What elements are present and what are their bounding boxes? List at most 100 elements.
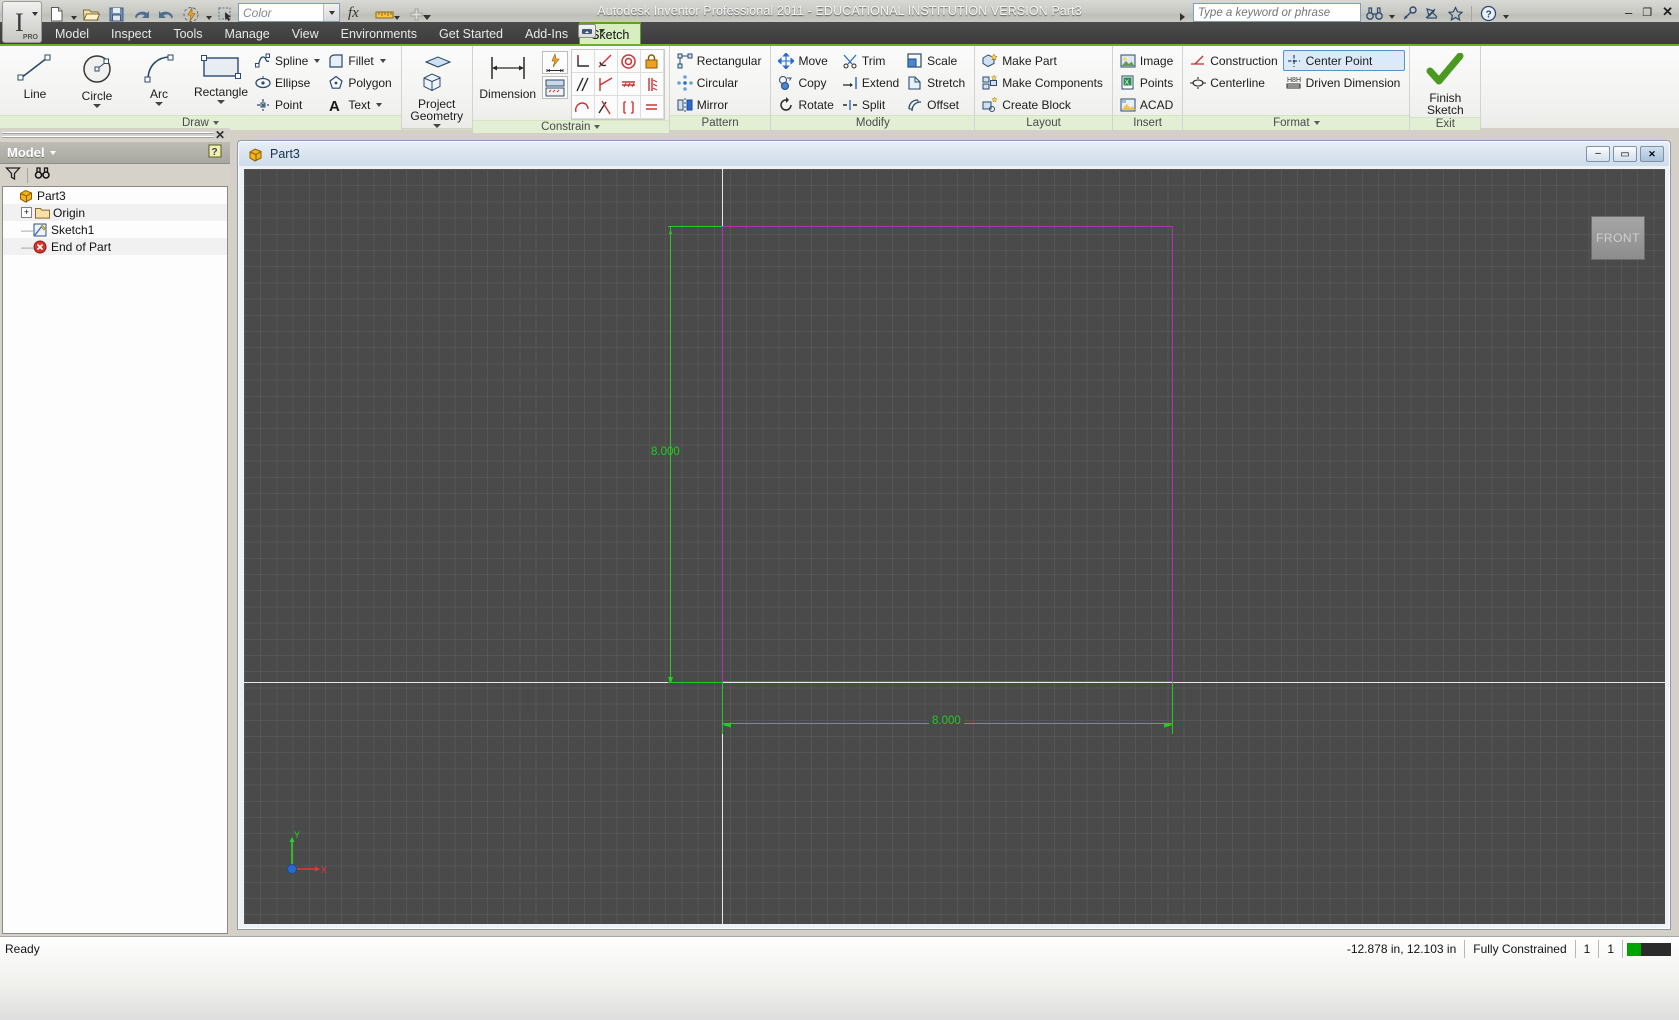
parallel-icon[interactable] (571, 73, 595, 96)
sketch-rectangle-profile[interactable] (722, 226, 1173, 682)
view-cube[interactable]: FRONT (1591, 216, 1645, 260)
tab-get-started[interactable]: Get Started (428, 22, 514, 44)
tab-manage[interactable]: Manage (214, 22, 281, 44)
dropdown-caret-icon[interactable] (379, 58, 386, 63)
perpendicular-icon[interactable] (571, 50, 595, 73)
browser-drag-grip[interactable] (2, 130, 214, 139)
tab-view[interactable]: View (281, 22, 330, 44)
application-menu-caret-icon[interactable] (32, 12, 38, 16)
point-button[interactable]: Point (252, 94, 325, 115)
rectangular-button[interactable]: Rectangular (674, 50, 767, 71)
ribbon-panel-title[interactable]: Pattern (669, 115, 771, 130)
satellite-icon[interactable] (1422, 3, 1442, 23)
extend-button[interactable]: Extend (839, 72, 904, 93)
rectangle-button[interactable]: Rectangle (190, 49, 252, 105)
trim-button[interactable]: Trim (839, 50, 904, 71)
panel-expand-caret-icon[interactable] (594, 125, 601, 129)
ribbon-panel-title[interactable]: Insert (1112, 115, 1183, 130)
minimize-button[interactable]: – (1625, 5, 1632, 20)
dropdown-caret-icon[interactable] (155, 102, 163, 106)
fix-icon[interactable] (640, 50, 664, 73)
model-tree[interactable]: Part3 + Origin — Sketch1 — End of Part (2, 186, 228, 934)
document-minimize-button[interactable]: – (1586, 146, 1610, 162)
find-icon[interactable] (34, 166, 51, 184)
vertical-icon[interactable] (640, 73, 664, 96)
browser-close-icon[interactable]: ✕ (215, 128, 225, 142)
dropdown-caret-icon[interactable] (93, 104, 101, 108)
ribbon-panel-title[interactable]: Modify (771, 115, 975, 130)
ribbon-display-caret-icon[interactable] (599, 29, 605, 33)
copy-button[interactable]: Copy (775, 72, 838, 93)
horizontal-icon[interactable] (617, 73, 641, 96)
tree-item-sketch1[interactable]: — Sketch1 (3, 221, 227, 238)
symmetric-icon[interactable] (594, 96, 618, 119)
browser-dropdown-caret-icon[interactable] (49, 150, 56, 155)
tangent-icon[interactable] (594, 50, 618, 73)
fillet-button[interactable]: Fillet (325, 50, 396, 71)
panel-expand-caret-icon[interactable] (212, 121, 219, 125)
tab-add-ins[interactable]: Add-Ins (514, 22, 579, 44)
restore-button[interactable]: ❐ (1642, 6, 1652, 19)
finish-sketch-button[interactable]: Finish Sketch (1414, 49, 1476, 117)
key-icon[interactable] (1399, 3, 1419, 23)
help-icon[interactable]: ? (1478, 3, 1498, 23)
ellipse-button[interactable]: Ellipse (252, 72, 325, 93)
filter-icon[interactable] (5, 166, 21, 184)
stretch-button[interactable]: Stretch (904, 72, 970, 93)
circular-button[interactable]: Circular (674, 72, 767, 93)
dropdown-caret-icon[interactable] (376, 102, 383, 107)
ribbon-panel-title[interactable]: Constrain (472, 120, 669, 133)
document-title-bar[interactable]: Part3 – ▭ ✕ (239, 142, 1669, 166)
collinear-icon[interactable] (617, 96, 641, 119)
concentric-icon[interactable] (617, 50, 641, 73)
tree-item-end-of-part[interactable]: — End of Part (3, 238, 227, 255)
make-part-button[interactable]: Make Part (979, 50, 1108, 71)
ribbon-panel-title[interactable]: Layout (975, 115, 1112, 130)
tab-tools[interactable]: Tools (162, 22, 213, 44)
acad-button[interactable]: ACAD (1117, 94, 1178, 115)
dropdown-caret-icon[interactable] (432, 124, 441, 128)
tree-item-origin[interactable]: + Origin (3, 204, 227, 221)
auto-dimension-icon[interactable] (541, 51, 568, 74)
binoculars-icon[interactable] (1364, 3, 1384, 23)
ribbon-display-options-icon[interactable] (578, 24, 596, 38)
move-button[interactable]: Move (775, 50, 838, 71)
tab-environments[interactable]: Environments (330, 22, 428, 44)
circle-button[interactable]: Circle (66, 49, 128, 109)
vertical-dimension-text[interactable]: 8.000 (651, 446, 680, 458)
project-geometry-button[interactable]: Project Geometry (406, 49, 468, 129)
line-button[interactable]: Line (4, 49, 66, 101)
browser-header[interactable]: Model (0, 142, 230, 164)
sketch-canvas[interactable]: 8.000 8.000 FRONT Y X (244, 169, 1665, 924)
document-restore-button[interactable]: ▭ (1613, 146, 1637, 162)
create-block-button[interactable]: Create Block (979, 94, 1108, 115)
rotate-button[interactable]: Rotate (775, 94, 838, 115)
application-menu-button[interactable]: I PRO (2, 1, 42, 43)
equal-icon[interactable] (640, 96, 664, 119)
points-button[interactable]: X Points (1117, 72, 1178, 93)
offset-button[interactable]: Offset (904, 94, 970, 115)
star-icon[interactable] (1445, 3, 1465, 23)
center-point-button[interactable]: Center Point (1282, 50, 1406, 71)
ribbon-panel-title[interactable]: Format (1183, 115, 1410, 130)
split-button[interactable]: Split (839, 94, 904, 115)
text-button[interactable]: A Text (325, 94, 396, 115)
spline-button[interactable]: Spline (252, 50, 325, 71)
mirror-button[interactable]: Mirror (674, 94, 767, 115)
dimension-button[interactable]: Dimension (477, 49, 539, 101)
horizontal-dimension-text[interactable]: 8.000 (929, 715, 964, 727)
tree-expander-icon[interactable]: + (21, 207, 32, 218)
tab-model[interactable]: Model (44, 22, 100, 44)
arc-button[interactable]: Arc (128, 49, 190, 107)
polygon-button[interactable]: Polygon (325, 72, 396, 93)
panel-expand-caret-icon[interactable] (1313, 121, 1320, 125)
browser-help-icon[interactable]: ? (208, 144, 224, 160)
image-button[interactable]: Image (1117, 50, 1178, 71)
search-input[interactable] (1193, 3, 1361, 22)
centerline-button[interactable]: Centerline (1187, 72, 1282, 93)
ribbon-panel-title[interactable] (401, 129, 472, 130)
coincident-icon[interactable] (594, 73, 618, 96)
construction-button[interactable]: Construction (1187, 50, 1282, 71)
tree-item-part3[interactable]: Part3 (3, 187, 227, 204)
close-button[interactable]: ✕ (1662, 4, 1673, 20)
